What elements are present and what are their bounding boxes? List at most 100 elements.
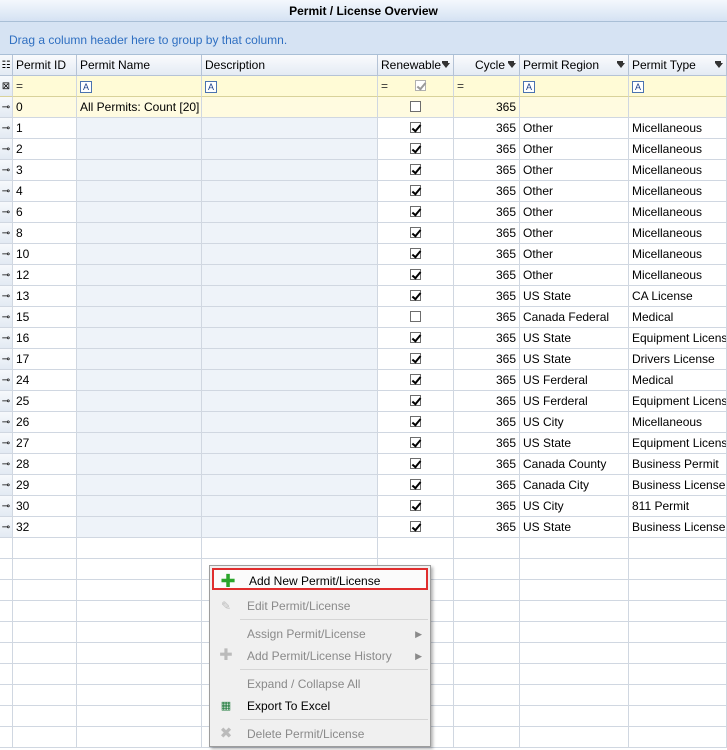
pin-icon[interactable]: ⊸ — [0, 139, 13, 160]
menu-item-add-permit[interactable]: ✚ Add New Permit/License — [212, 568, 428, 590]
table-row[interactable]: ⊸ 3 365 Other Micellaneous — [0, 160, 727, 181]
renewable-checkbox[interactable] — [410, 290, 421, 302]
cell-permit-name-redacted — [77, 202, 202, 223]
renewable-checkbox[interactable] — [410, 521, 421, 533]
table-row[interactable]: ⊸ 15 365 Canada Federal Medical — [0, 307, 727, 328]
menu-item-expand-collapse[interactable]: Expand / Collapse All — [212, 673, 428, 695]
table-row[interactable]: ⊸ 26 365 US City Micellaneous — [0, 412, 727, 433]
table-row[interactable]: ⊸ 16 365 US State Equipment Licens — [0, 328, 727, 349]
text-filter-icon[interactable]: A — [523, 80, 535, 93]
table-row[interactable]: ⊸ 27 365 US State Equipment Licens — [0, 433, 727, 454]
clear-filter-icon[interactable]: ⊠ — [0, 76, 13, 97]
renewable-checkbox[interactable] — [410, 374, 421, 386]
filter-cycle[interactable]: = — [454, 76, 520, 97]
pin-icon[interactable]: ⊸ — [0, 496, 13, 517]
pin-icon[interactable]: ⊸ — [0, 265, 13, 286]
menu-item-add-history[interactable]: ✚ Add Permit/License History ▶ — [212, 645, 428, 667]
renewable-checkbox[interactable] — [410, 479, 421, 491]
renewable-checkbox[interactable] — [410, 416, 421, 428]
menu-item-delete-permit[interactable]: ✖ Delete Permit/License — [212, 723, 428, 745]
table-row[interactable]: ⊸ 30 365 US City 811 Permit — [0, 496, 727, 517]
pin-icon[interactable]: ⊸ — [0, 307, 13, 328]
table-row[interactable]: ⊸ 32 365 US State Business License — [0, 517, 727, 538]
table-row[interactable]: ⊸ 29 365 Canada City Business License — [0, 475, 727, 496]
text-filter-icon[interactable]: A — [205, 80, 217, 93]
table-row[interactable]: ⊸ 4 365 Other Micellaneous — [0, 181, 727, 202]
group-by-panel[interactable]: Drag a column header here to group by th… — [0, 22, 727, 55]
filter-permit-name[interactable]: A — [77, 76, 202, 97]
pin-icon[interactable]: ⊸ — [0, 202, 13, 223]
pin-icon[interactable]: ⊸ — [0, 97, 13, 118]
table-row[interactable]: ⊸ 13 365 US State CA License — [0, 286, 727, 307]
pin-icon[interactable]: ⊸ — [0, 328, 13, 349]
pin-icon[interactable]: ⊸ — [0, 370, 13, 391]
pin-icon[interactable]: ⊸ — [0, 433, 13, 454]
cell-renewable — [378, 328, 454, 349]
group-summary-row[interactable]: ⊸ 0 All Permits: Count [20] 365 — [0, 97, 727, 118]
table-row[interactable]: ⊸ 17 365 US State Drivers License — [0, 349, 727, 370]
filter-renewable[interactable]: = — [378, 76, 454, 97]
table-row[interactable]: ⊸ 28 365 Canada County Business Permit — [0, 454, 727, 475]
renewable-checkbox[interactable] — [410, 248, 421, 260]
text-filter-icon[interactable]: A — [80, 80, 92, 93]
renewable-checkbox[interactable] — [410, 206, 421, 218]
menu-item-assign-permit[interactable]: Assign Permit/License ▶ — [212, 623, 428, 645]
table-row[interactable]: ⊸ 2 365 Other Micellaneous — [0, 139, 727, 160]
sort-icon — [442, 61, 450, 71]
column-header-permit-region[interactable]: Permit Region — [520, 55, 629, 76]
filter-permit-type[interactable]: A — [629, 76, 727, 97]
pin-icon[interactable]: ⊸ — [0, 223, 13, 244]
renewable-checkbox[interactable] — [410, 311, 421, 323]
renewable-checkbox[interactable] — [410, 353, 421, 365]
empty-row — [0, 538, 727, 559]
column-header-permit-type[interactable]: Permit Type — [629, 55, 727, 76]
filter-permit-id[interactable]: = — [13, 76, 77, 97]
column-chooser-icon[interactable]: ☷ — [0, 55, 13, 76]
column-header-permit-id[interactable]: Permit ID — [13, 55, 77, 76]
column-header-description[interactable]: Description — [202, 55, 378, 76]
cell-description-redacted — [202, 412, 378, 433]
filter-description[interactable]: A — [202, 76, 378, 97]
table-row[interactable]: ⊸ 25 365 US Ferderal Equipment Licens — [0, 391, 727, 412]
column-header-permit-name[interactable]: Permit Name — [77, 55, 202, 76]
pin-icon[interactable]: ⊸ — [0, 475, 13, 496]
pin-icon[interactable]: ⊸ — [0, 181, 13, 202]
table-row[interactable]: ⊸ 1 365 Other Micellaneous — [0, 118, 727, 139]
renewable-checkbox[interactable] — [410, 164, 421, 176]
filter-permit-region[interactable]: A — [520, 76, 629, 97]
table-row[interactable]: ⊸ 6 365 Other Micellaneous — [0, 202, 727, 223]
pin-icon[interactable]: ⊸ — [0, 118, 13, 139]
renewable-checkbox[interactable] — [410, 332, 421, 344]
pin-icon[interactable]: ⊸ — [0, 454, 13, 475]
menu-item-export-excel[interactable]: ▦ Export To Excel — [212, 695, 428, 717]
table-row[interactable]: ⊸ 10 365 Other Micellaneous — [0, 244, 727, 265]
pin-icon[interactable]: ⊸ — [0, 412, 13, 433]
pin-icon[interactable]: ⊸ — [0, 160, 13, 181]
renewable-checkbox[interactable] — [410, 269, 421, 281]
renewable-checkbox[interactable] — [410, 227, 421, 239]
renewable-checkbox[interactable] — [410, 395, 421, 407]
pin-icon[interactable]: ⊸ — [0, 517, 13, 538]
renewable-checkbox[interactable] — [410, 185, 421, 197]
column-header-renewable[interactable]: Renewable — [378, 55, 454, 76]
renewable-checkbox[interactable] — [410, 500, 421, 512]
filter-checkbox[interactable] — [415, 80, 427, 92]
cell-description-redacted — [202, 433, 378, 454]
cell-permit-name-redacted — [77, 391, 202, 412]
menu-item-edit-permit[interactable]: ✎ Edit Permit/License — [212, 595, 428, 617]
pin-icon[interactable]: ⊸ — [0, 244, 13, 265]
text-filter-icon[interactable]: A — [632, 80, 644, 93]
column-header-cycle[interactable]: Cycle — [454, 55, 520, 76]
renewable-checkbox[interactable] — [410, 458, 421, 470]
table-row[interactable]: ⊸ 24 365 US Ferderal Medical — [0, 370, 727, 391]
pin-icon[interactable]: ⊸ — [0, 349, 13, 370]
pin-icon[interactable]: ⊸ — [0, 391, 13, 412]
pin-icon[interactable]: ⊸ — [0, 286, 13, 307]
renewable-checkbox[interactable] — [410, 437, 421, 449]
table-row[interactable]: ⊸ 12 365 Other Micellaneous — [0, 265, 727, 286]
cell-renewable — [378, 517, 454, 538]
renewable-checkbox[interactable] — [410, 122, 421, 134]
renewable-checkbox[interactable] — [410, 143, 421, 155]
renewable-checkbox[interactable] — [410, 101, 421, 113]
table-row[interactable]: ⊸ 8 365 Other Micellaneous — [0, 223, 727, 244]
